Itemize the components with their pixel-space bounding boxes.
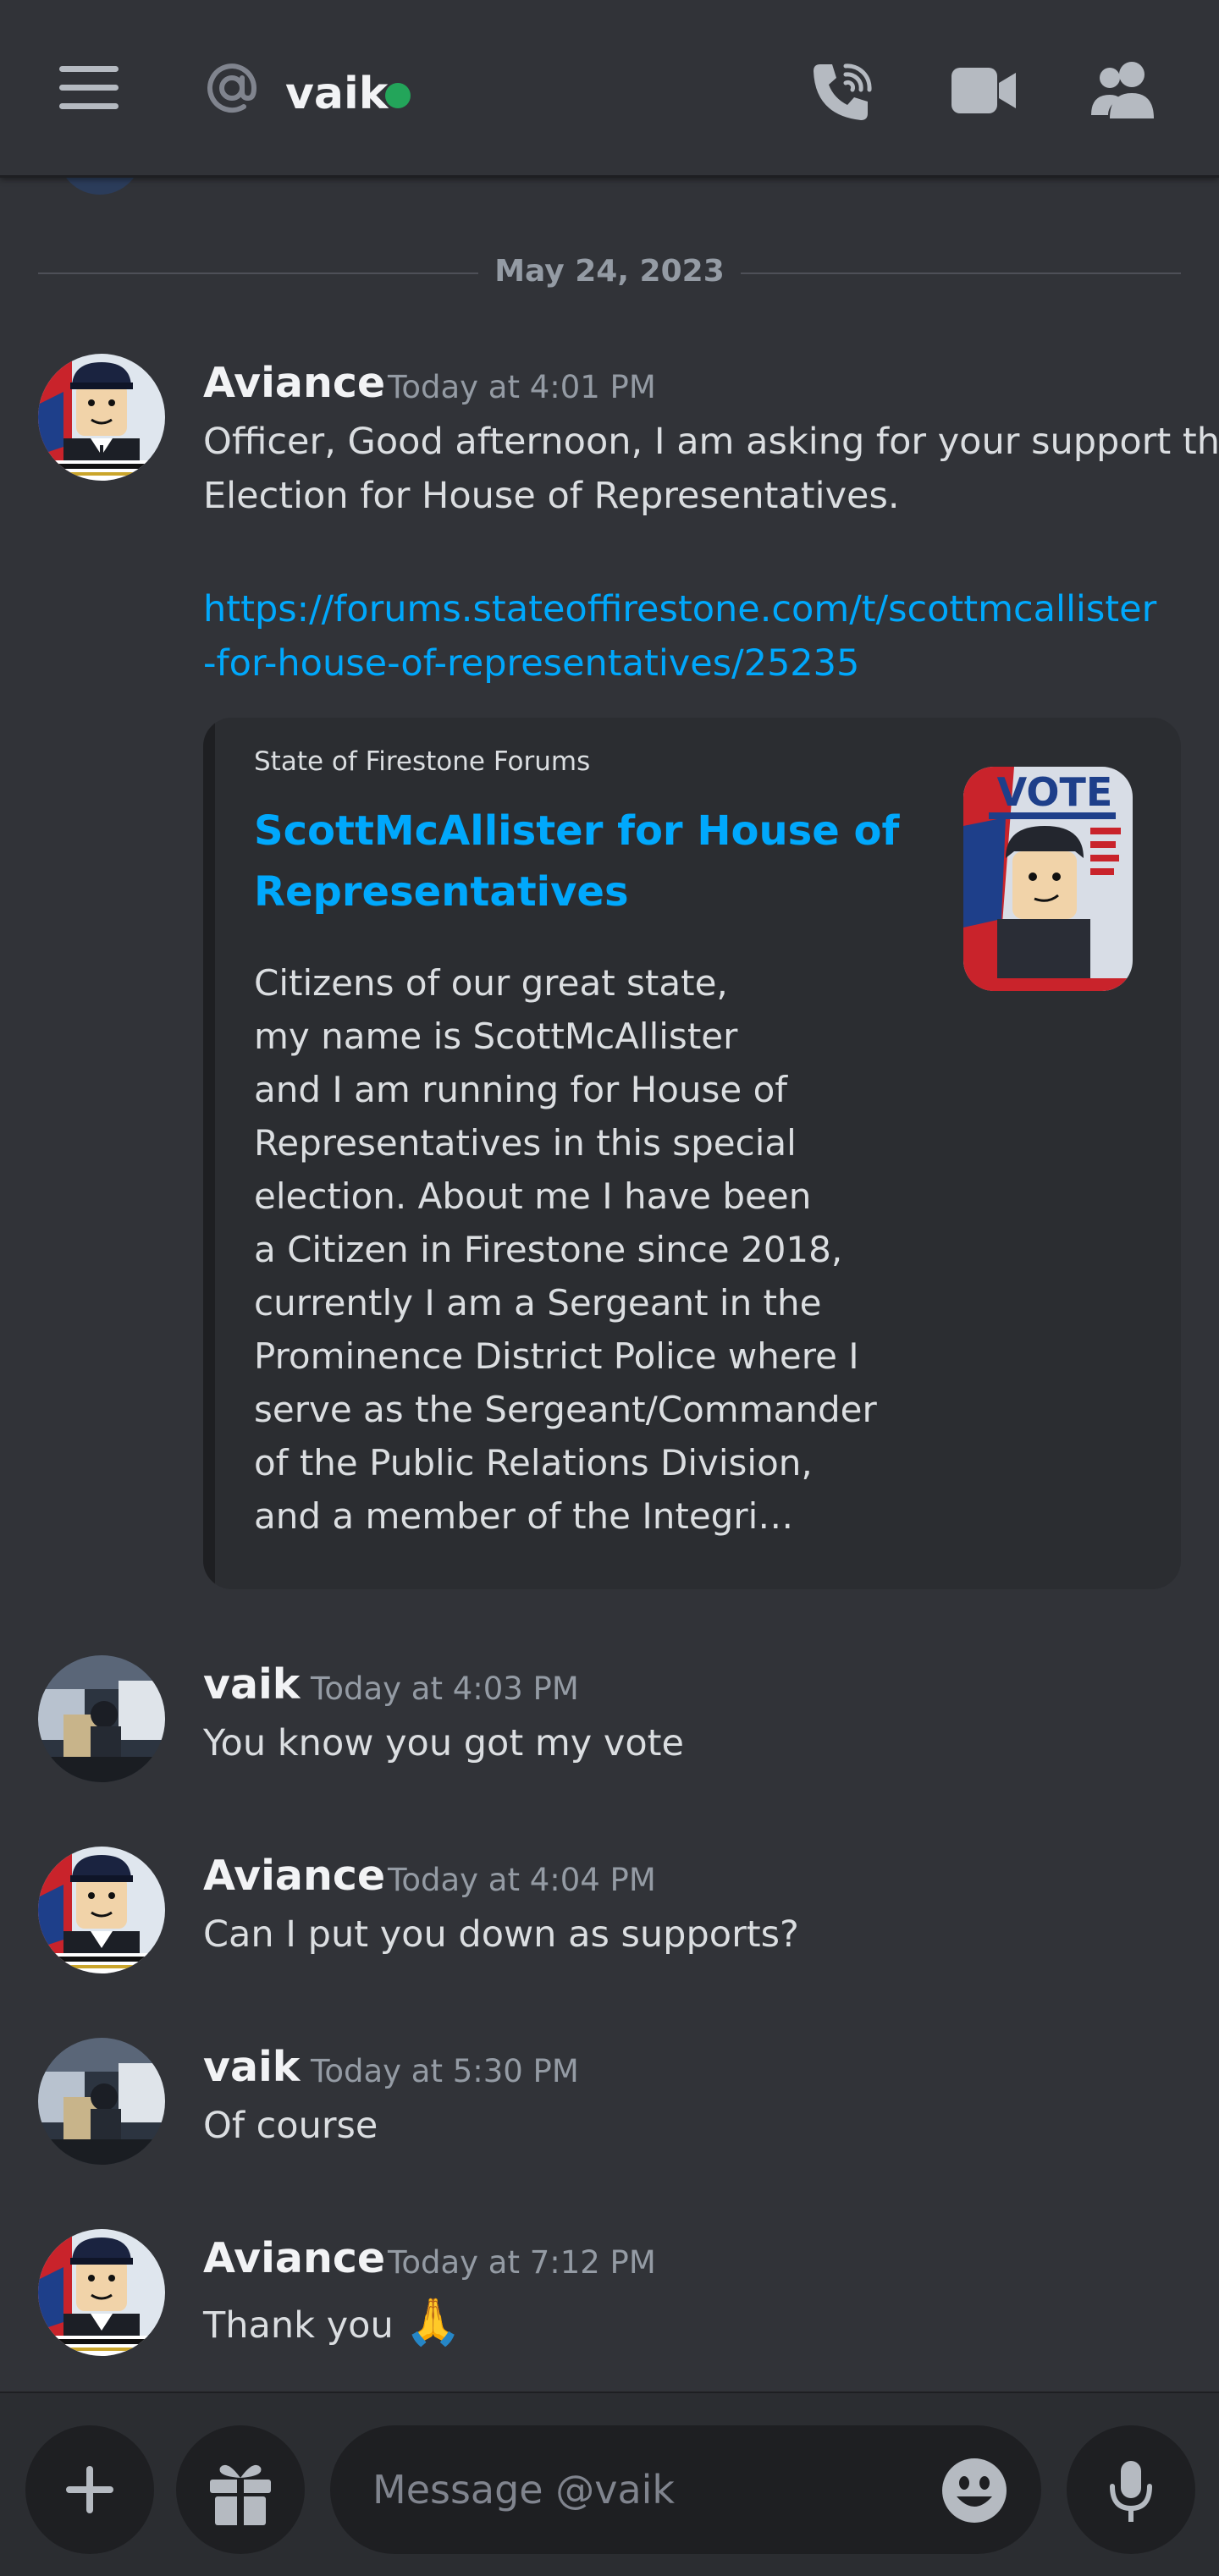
embed-provider: State of Firestone Forums [254, 746, 591, 777]
members-icon[interactable] [1088, 59, 1161, 120]
gift-icon [210, 2464, 271, 2525]
message-timestamp: Today at 4:03 PM [311, 1671, 579, 1707]
embed-thumbnail[interactable]: VOTE [963, 767, 1133, 991]
message-text-line: Election for House of Representatives. [203, 475, 900, 517]
plus-icon [66, 2466, 113, 2513]
message-text-with-emoji: Thank you 🙏 [203, 2295, 462, 2353]
message-text: Can I put you down as supports? [203, 1913, 799, 1956]
message-text: Of course [203, 2105, 378, 2147]
online-status-indicator [385, 83, 411, 108]
message-timestamp: Today at 7:12 PM [388, 2244, 656, 2281]
gift-button[interactable] [176, 2425, 305, 2554]
message-timestamp: Today at 4:04 PM [388, 1862, 656, 1898]
avatar[interactable] [38, 354, 165, 481]
message-link[interactable]: https://forums.stateoffirestone.com/t/sc… [203, 582, 1156, 636]
avatar[interactable] [38, 2229, 165, 2356]
message-input[interactable] [330, 2425, 1041, 2554]
microphone-icon [1110, 2461, 1152, 2522]
date-divider: May 24, 2023 [38, 247, 1181, 298]
message-timestamp: Today at 4:01 PM [388, 369, 656, 405]
emoji-icon[interactable] [938, 2454, 1011, 2527]
link-embed[interactable]: State of Firestone Forums ScottMcAlliste… [203, 718, 1181, 1589]
menu-icon[interactable] [59, 66, 119, 110]
voice-message-button[interactable] [1067, 2425, 1195, 2554]
embed-accent-bar [203, 718, 215, 1589]
at-sign-icon [207, 63, 257, 113]
message-author[interactable]: Aviance [203, 1852, 385, 1900]
avatar[interactable] [38, 1847, 165, 1973]
avatar[interactable] [38, 1655, 165, 1782]
folded-hands-emoji: 🙏 [405, 2295, 462, 2348]
message-text: Thank you [203, 2304, 394, 2347]
message-author[interactable]: Aviance [203, 2234, 385, 2282]
attach-button[interactable] [25, 2425, 154, 2554]
message-composer [0, 2392, 1219, 2576]
date-divider-label: May 24, 2023 [494, 254, 725, 289]
message-author[interactable]: vaik [203, 2043, 300, 2091]
message-author[interactable]: vaik [203, 1660, 300, 1709]
video-camera-icon[interactable] [950, 64, 1018, 117]
channel-header: vaik [0, 0, 1219, 178]
phone-call-icon[interactable] [808, 59, 876, 125]
avatar[interactable] [38, 2038, 165, 2165]
message-text: You know you got my vote [203, 1722, 684, 1764]
message-timestamp: Today at 5:30 PM [311, 2053, 579, 2089]
message-text-line: Officer, Good afternoon, I am asking for… [203, 421, 1219, 463]
embed-title[interactable]: ScottMcAllister for House of Representat… [254, 801, 914, 922]
message-link[interactable]: -for-house-of-representatives/25235 [203, 636, 859, 691]
message-author[interactable]: Aviance [203, 359, 385, 407]
thumbnail-vote-text: VOTE [997, 769, 1113, 815]
embed-description: Citizens of our great state, my name is … [254, 962, 877, 1537]
dm-recipient-name[interactable]: vaik [285, 64, 388, 124]
